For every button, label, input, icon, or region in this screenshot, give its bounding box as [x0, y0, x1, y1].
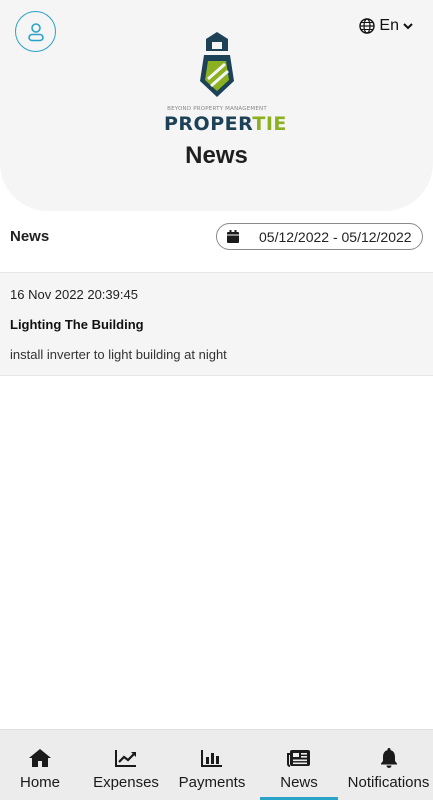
globe-icon	[359, 18, 376, 34]
newspaper-icon	[287, 747, 311, 769]
home-icon	[28, 747, 52, 769]
nav-label-notifications: Notifications	[347, 774, 430, 791]
news-list-item[interactable]: 16 Nov 2022 20:39:45 Lighting The Buildi…	[0, 272, 433, 376]
nav-item-notifications[interactable]: Notifications	[344, 730, 433, 800]
nav-label-expenses: Expenses	[93, 774, 159, 791]
nav-label-home: Home	[19, 774, 60, 791]
date-range-picker[interactable]: 05/12/2022 - 05/12/2022	[216, 223, 423, 250]
propertie-logo: BEYOND PROPERTY MANAGEMENT PROPERTIE	[164, 31, 286, 135]
chart-line-icon	[115, 747, 137, 769]
nav-item-payments[interactable]: Payments	[172, 730, 252, 800]
language-label: En	[379, 17, 399, 34]
news-body: install inverter to light building at ni…	[10, 347, 227, 362]
news-title: Lighting The Building	[10, 317, 144, 332]
date-range-value: 05/12/2022 - 05/12/2022	[259, 228, 412, 245]
logo-word-accent: TIE	[252, 113, 287, 135]
nav-label-payments: Payments	[178, 774, 246, 791]
calendar-icon	[227, 230, 239, 243]
nav-item-expenses[interactable]: Expenses	[84, 730, 168, 800]
user-icon	[27, 22, 44, 41]
news-screen: En BEYOND PROPERTY MANAGEMENT PROPERTIE …	[0, 0, 433, 800]
bell-icon	[379, 747, 399, 769]
nav-label-news: News	[280, 774, 318, 791]
profile-button[interactable]	[15, 11, 56, 52]
bottom-nav: Home Expenses Payments News Notification…	[0, 729, 433, 800]
nav-item-home[interactable]: Home	[0, 730, 80, 800]
app-header: En BEYOND PROPERTY MANAGEMENT PROPERTIE …	[0, 0, 433, 211]
page-title: News	[185, 142, 248, 169]
news-section-bar: News 05/12/2022 - 05/12/2022	[0, 222, 433, 252]
logo-wordmark: PROPERTIE	[164, 113, 286, 135]
language-selector[interactable]: En	[359, 17, 413, 35]
section-title: News	[10, 228, 50, 245]
logo-tagline: BEYOND PROPERTY MANAGEMENT	[167, 106, 267, 112]
chevron-down-icon	[403, 23, 413, 30]
news-date: 16 Nov 2022 20:39:45	[10, 287, 138, 302]
logo-word-primary: PROPER	[164, 113, 253, 135]
bar-chart-icon	[201, 747, 223, 769]
nav-item-news[interactable]: News	[260, 730, 338, 800]
tie-logo-icon	[200, 32, 234, 97]
